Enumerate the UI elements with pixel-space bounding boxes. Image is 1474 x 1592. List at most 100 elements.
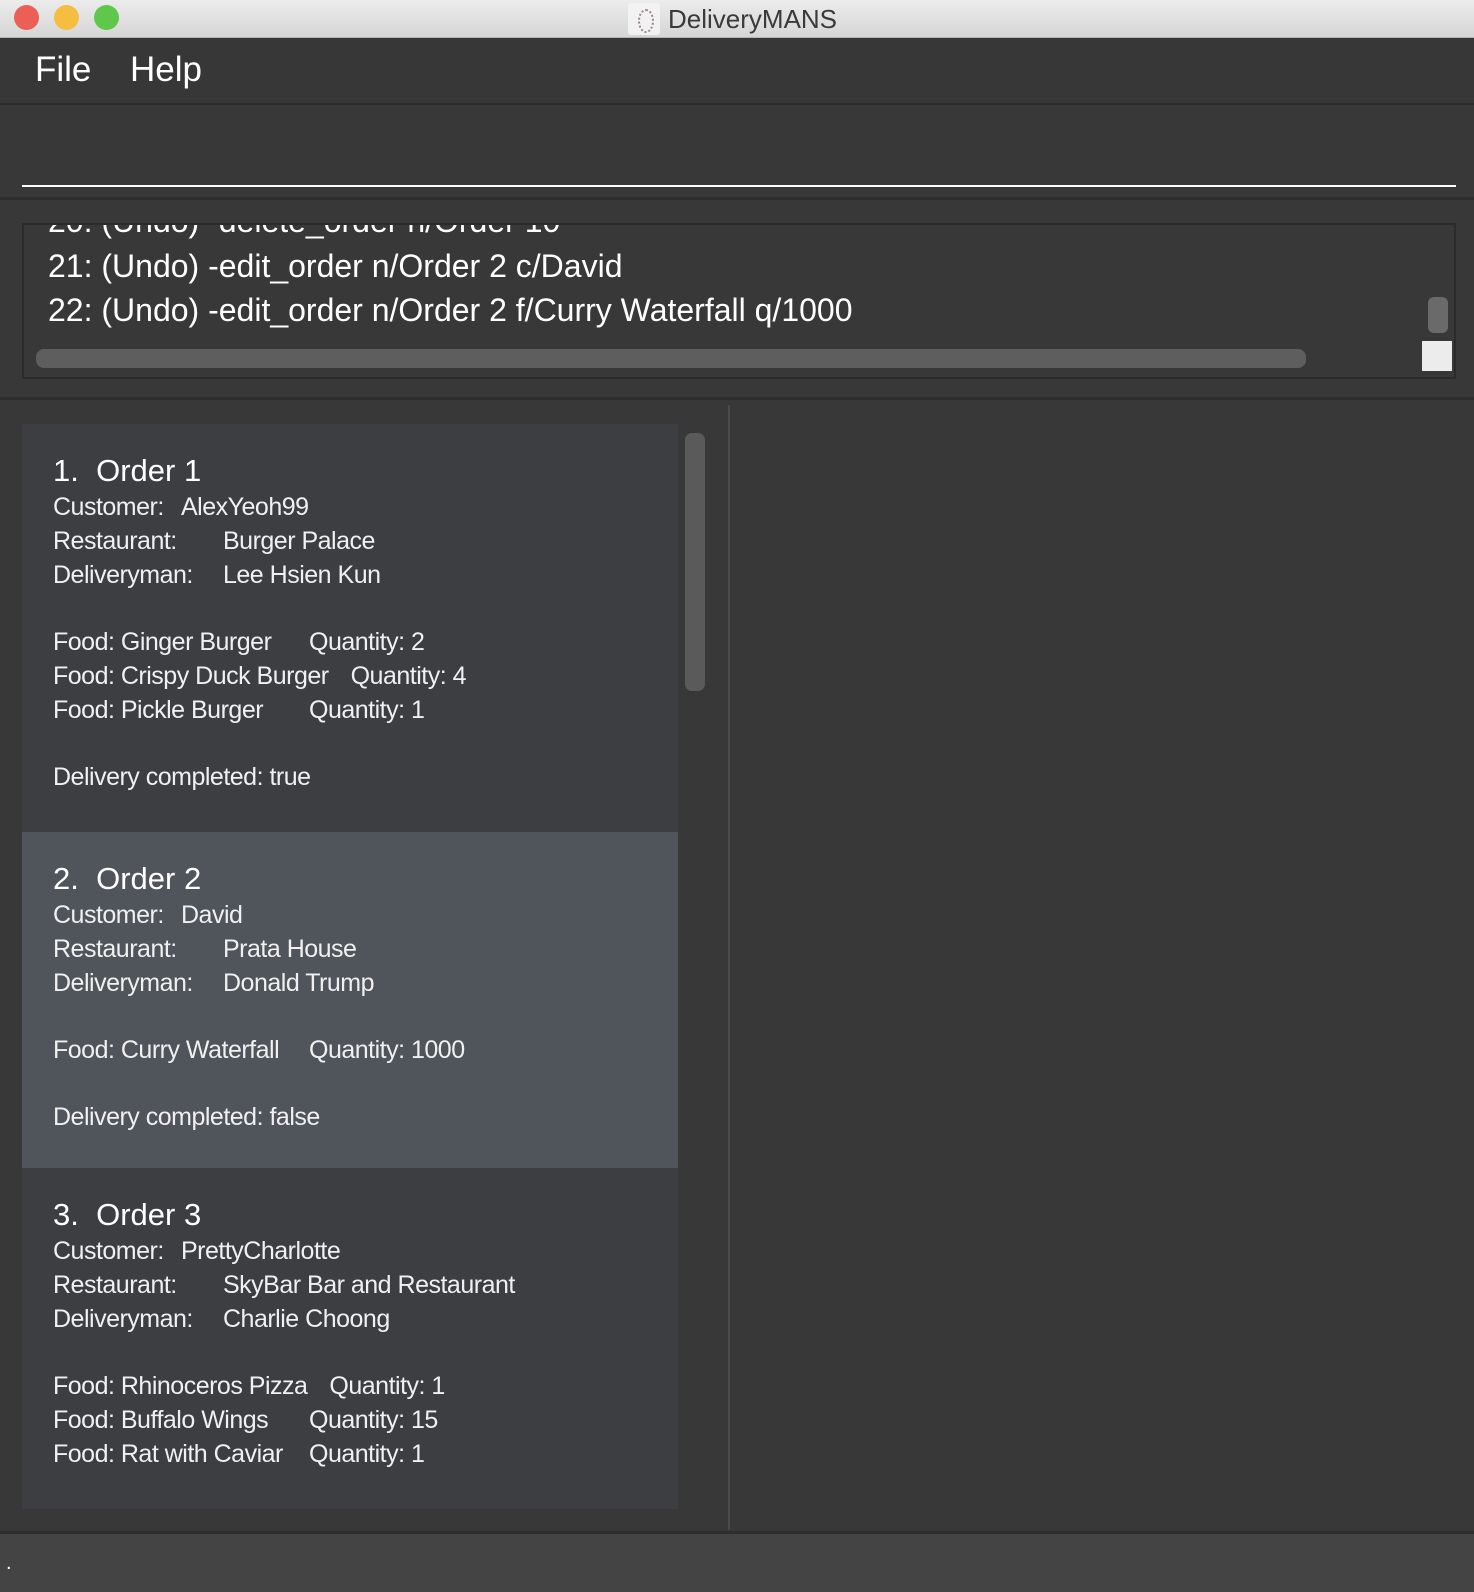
food-row: Food: Pickle Burger Quantity: 1 xyxy=(53,693,678,727)
restaurant-label: Restaurant: xyxy=(53,1271,177,1299)
food-name: Ginger Burger xyxy=(120,628,272,656)
food-name: Buffalo Wings xyxy=(120,1406,269,1434)
vertical-scrollbar[interactable] xyxy=(1428,297,1448,333)
horizontal-scrollbar[interactable] xyxy=(36,349,1306,368)
customer-label: Customer: xyxy=(53,901,164,929)
restaurant-row: Restaurant: SkyBar Bar and Restaurant xyxy=(53,1268,678,1302)
order-list: 1. Order 1 Customer: AlexYeoh99 Restauran… xyxy=(22,424,678,1509)
panel-divider[interactable] xyxy=(728,405,730,1530)
order-name: Order 2 xyxy=(96,861,202,896)
quantity-label: Quantity: xyxy=(309,696,411,724)
food-name: Crispy Duck Burger xyxy=(120,662,329,690)
status-bar: . xyxy=(0,1531,1474,1592)
food-row: Food: Rhinoceros Pizza Quantity: 1 xyxy=(53,1369,678,1403)
delivery-status-row: Delivery completed: true xyxy=(53,760,678,794)
food-label: Food: xyxy=(53,1036,121,1064)
command-input[interactable] xyxy=(22,117,1456,187)
food-row: Food: Curry Waterfall Quantity: 1000 xyxy=(53,1033,678,1067)
quantity-value: 1 xyxy=(411,696,425,724)
order-card[interactable]: 2. Order 2 Customer: David Restaurant: Pra… xyxy=(22,832,678,1168)
delivery-status-row: Delivery completed: false xyxy=(53,1100,678,1134)
customer-row: Customer: AlexYeoh99 xyxy=(53,490,678,524)
restaurant-value: SkyBar Bar and Restaurant xyxy=(223,1271,515,1299)
delivery-status-label: Delivery completed: xyxy=(53,763,270,791)
food-row: Food: Buffalo Wings Quantity: 15 xyxy=(53,1403,678,1437)
close-window-button[interactable] xyxy=(14,5,39,30)
food-label: Food: xyxy=(53,1406,121,1434)
status-text: . xyxy=(6,1552,12,1574)
result-display-panel: 20: (Undo) -delete_order n/Order 10 21: … xyxy=(0,203,1474,400)
food-row: Food: Crispy Duck Burger Quantity: 4 xyxy=(53,659,678,693)
food-name: Rat with Caviar xyxy=(120,1440,284,1468)
result-line: 21: (Undo) -edit_order n/Order 2 c/David xyxy=(48,248,623,284)
deliveryman-label: Deliveryman: xyxy=(53,969,193,997)
food-name: Rhinoceros Pizza xyxy=(120,1372,308,1400)
order-card[interactable]: 1. Order 1 Customer: AlexYeoh99 Restauran… xyxy=(22,424,678,832)
food-name: Pickle Burger xyxy=(120,696,264,724)
delivery-status-value: false xyxy=(269,1103,320,1131)
quantity-value: 1 xyxy=(411,1440,425,1468)
delivery-status-label: Delivery completed: xyxy=(53,1103,270,1131)
quantity-value: 1000 xyxy=(411,1036,465,1064)
deliveryman-value: Charlie Choong xyxy=(223,1305,390,1333)
quantity-value: 2 xyxy=(411,628,425,656)
menu-file[interactable]: File xyxy=(35,50,91,90)
food-label: Food: xyxy=(53,662,121,690)
order-index: 3. xyxy=(53,1197,79,1232)
quantity-value: 1 xyxy=(431,1372,445,1400)
order-title: 3. Order 3 xyxy=(53,1196,678,1234)
window-title: DeliveryMANS xyxy=(668,3,838,34)
customer-value: PrettyCharlotte xyxy=(181,1237,341,1265)
deliveryman-value: Donald Trump xyxy=(223,969,375,997)
result-line: 22: (Undo) -edit_order n/Order 2 f/Curry… xyxy=(48,292,853,328)
food-label: Food: xyxy=(53,696,121,724)
order-card[interactable]: 3. Order 3 Customer: PrettyCharlotte Rest… xyxy=(22,1168,678,1509)
restaurant-value: Prata House xyxy=(223,935,357,963)
order-title: 1. Order 1 xyxy=(53,452,678,490)
restaurant-row: Restaurant: Burger Palace xyxy=(53,524,678,558)
quantity-label: Quantity: xyxy=(309,1440,411,1468)
result-display[interactable]: 20: (Undo) -delete_order n/Order 10 21: … xyxy=(22,223,1456,379)
restaurant-label: Restaurant: xyxy=(53,935,177,963)
quantity-label: Quantity: xyxy=(309,1406,411,1434)
customer-value: AlexYeoh99 xyxy=(181,493,309,521)
restaurant-label: Restaurant: xyxy=(53,527,177,555)
order-index: 2. xyxy=(53,861,79,896)
food-name: Curry Waterfall xyxy=(120,1036,280,1064)
quantity-label: Quantity: xyxy=(309,1036,411,1064)
quantity-label: Quantity: xyxy=(350,662,453,690)
food-label: Food: xyxy=(53,1440,121,1468)
delivery-status-value: true xyxy=(269,763,311,791)
customer-value: David xyxy=(181,901,243,929)
deliveryman-label: Deliveryman: xyxy=(53,561,193,589)
restaurant-value: Burger Palace xyxy=(223,527,375,555)
maximize-window-button[interactable] xyxy=(94,5,119,30)
quantity-value: 4 xyxy=(452,662,467,690)
menu-help[interactable]: Help xyxy=(130,50,202,90)
restaurant-row: Restaurant: Prata House xyxy=(53,932,678,966)
deliveryman-row: Deliveryman: Charlie Choong xyxy=(53,1302,678,1336)
command-box xyxy=(0,107,1474,200)
order-name: Order 1 xyxy=(96,453,202,488)
customer-label: Customer: xyxy=(53,1237,164,1265)
deliveryman-label: Deliveryman: xyxy=(53,1305,193,1333)
result-line: 20: (Undo) -delete_order n/Order 10 xyxy=(48,225,560,240)
minimize-window-button[interactable] xyxy=(54,5,79,30)
customer-row: Customer: David xyxy=(53,898,678,932)
menu-bar: File Help xyxy=(0,38,1474,105)
quantity-value: 15 xyxy=(411,1406,438,1434)
order-name: Order 3 xyxy=(96,1197,202,1232)
food-row: Food: Ginger Burger Quantity: 2 xyxy=(53,625,678,659)
deliveryman-row: Deliveryman: Lee Hsien Kun xyxy=(53,558,678,592)
title-bar: DeliveryMANS xyxy=(0,0,1474,38)
order-list-scrollbar[interactable] xyxy=(685,433,705,691)
quantity-label: Quantity: xyxy=(309,628,411,656)
food-label: Food: xyxy=(53,628,121,656)
food-row: Food: Rat with Caviar Quantity: 1 xyxy=(53,1437,678,1471)
customer-label: Customer: xyxy=(53,493,164,521)
food-label: Food: xyxy=(53,1372,121,1400)
quantity-label: Quantity: xyxy=(329,1372,432,1400)
order-index: 1. xyxy=(53,453,79,488)
deliveryman-row: Deliveryman: Donald Trump xyxy=(53,966,678,1000)
order-title: 2. Order 2 xyxy=(53,860,678,898)
